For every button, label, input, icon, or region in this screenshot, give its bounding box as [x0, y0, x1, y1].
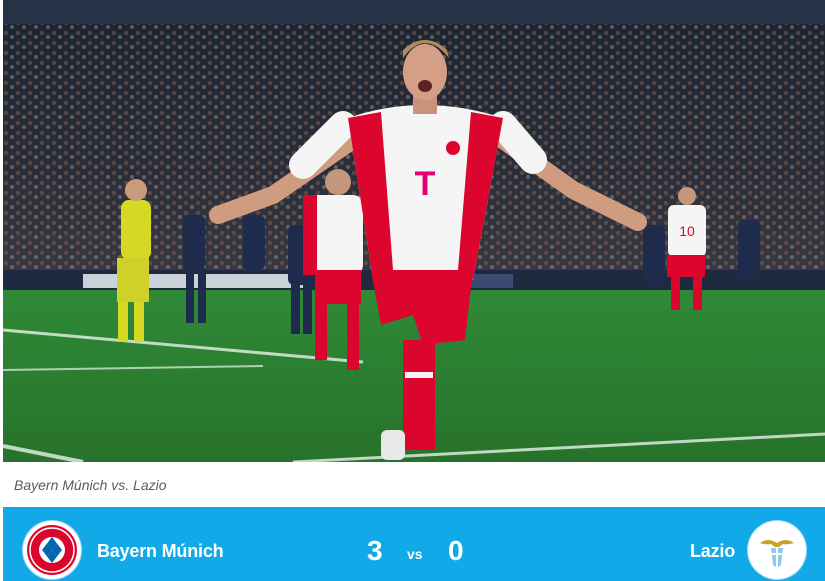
away-score: 0 [448, 535, 464, 566]
bayern-munich-crest-icon [23, 521, 81, 579]
match-photo: 10 T [3, 0, 825, 462]
svg-text:T: T [415, 165, 436, 203]
match-score-bar[interactable]: Bayern Múnich 3 vs 0 Lazio [3, 507, 825, 581]
lazio-eagle-crest-icon [748, 521, 806, 579]
away-team-name: Lazio [689, 541, 735, 561]
goal-celebration-image: 10 T [3, 0, 825, 462]
home-score: 3 [367, 535, 383, 566]
photo-caption: Bayern Múnich vs. Lazio [14, 477, 167, 493]
vs-label: vs [407, 546, 423, 562]
shirt-number: 10 [679, 223, 695, 239]
home-team-name: Bayern Múnich [97, 541, 224, 561]
